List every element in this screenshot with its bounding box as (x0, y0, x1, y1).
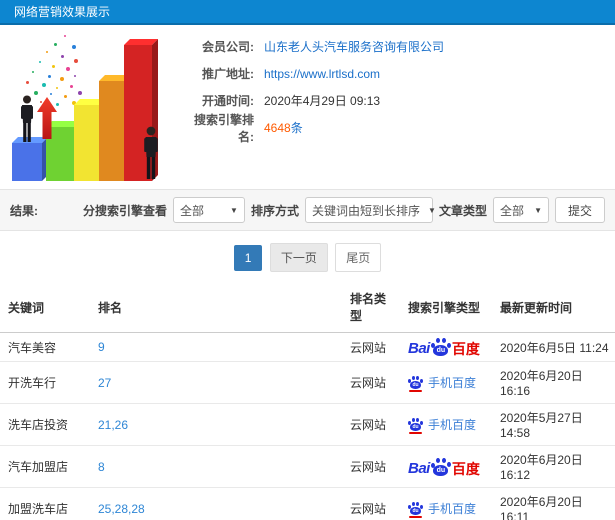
pagination: 1 下一页 尾页 (0, 231, 615, 282)
updated-time-cell: 2020年5月27日 14:58 (492, 403, 615, 446)
open-time-label: 开通时间: (202, 94, 254, 108)
keyword-cell: 加盟洗车店 (0, 487, 90, 520)
info-row-company: 会员公司: 山东老人头汽车服务咨询有限公司 (182, 33, 444, 60)
info-row-url: 推广地址: https://www.lrtlsd.com (182, 60, 444, 87)
rank-type-cell: 云网站 (342, 403, 400, 446)
chart-bar (99, 75, 131, 181)
growth-chart-illustration (4, 31, 176, 183)
table-row: 开洗车行 27 云网站 du 手机百度 2020年6月20日 16:16 (0, 361, 615, 404)
last-page-button[interactable]: 尾页 (335, 243, 382, 272)
rank-cell: 21,26 (90, 403, 342, 446)
chart-bar (74, 99, 106, 181)
rank-cell: 8 (90, 445, 342, 488)
header-rank: 排名 (90, 282, 342, 333)
next-page-button[interactable]: 下一页 (269, 243, 328, 272)
baidu-paw-icon: du (408, 501, 423, 518)
engine-type-cell: Bai du 百度 (400, 445, 492, 488)
keyword-cell: 汽车美容 (0, 332, 90, 362)
submit-button[interactable]: 提交 (554, 197, 605, 223)
promo-url-label: 推广地址: (202, 67, 254, 81)
table-row: 洗车店投资 21,26 云网站 du 手机百度 2020年5月27日 14:58 (0, 403, 615, 446)
updated-time-cell: 2020年6月5日 11:24 (492, 332, 615, 362)
red-underline (409, 431, 422, 434)
company-label: 会员公司: (202, 40, 254, 54)
info-row-engine-rank: 搜索引擎排名: 4648条 (182, 113, 444, 144)
keyword-cell: 洗车店投资 (0, 403, 90, 446)
engine-type-cell: du 手机百度 (400, 403, 492, 446)
red-underline (409, 515, 422, 518)
results-table: 关键词 排名 排名类型 搜索引擎类型 最新更新时间 汽车美容 9 云网站 Bai du 百… (0, 282, 615, 520)
businessman-figure-right (144, 126, 158, 179)
header-keyword: 关键词 (0, 282, 90, 333)
engine-type-cell: du 手机百度 (400, 361, 492, 404)
engine-type-cell: du 手机百度 (400, 487, 492, 520)
filter-bar: 结果: 分搜索引擎查看 全部 ▼ 排序方式 关键词由短到长排序 ▼ 文章类型 全… (0, 189, 615, 231)
rank-cell: 27 (90, 361, 342, 404)
mobile-baidu-logo: du 手机百度 (408, 500, 476, 518)
rank-type-cell: 云网站 (342, 332, 400, 362)
article-type-label: 文章类型 (438, 203, 487, 218)
mobile-baidu-logo: du 手机百度 (408, 374, 476, 392)
sort-label: 排序方式 (250, 203, 299, 218)
rank-cell: 25,28,28 (90, 487, 342, 520)
filter-controls: 分搜索引擎查看 全部 ▼ 排序方式 关键词由短到长排序 ▼ 文章类型 全部 ▼ … (83, 197, 605, 223)
keyword-cell: 开洗车行 (0, 361, 90, 404)
businessman-figure-left (21, 95, 33, 142)
baidu-logo: Bai du 百度 (408, 338, 480, 357)
baidu-paw-icon: du (430, 457, 451, 476)
account-info-section: 会员公司: 山东老人头汽车服务咨询有限公司 推广地址: https://www.… (0, 25, 615, 189)
result-label: 结果: (10, 203, 38, 218)
baidu-paw-icon: du (430, 338, 451, 356)
chevron-down-icon: ▼ (230, 205, 238, 215)
rank-type-cell: 云网站 (342, 445, 400, 488)
chevron-down-icon: ▼ (427, 205, 436, 215)
mobile-baidu-logo: du 手机百度 (408, 416, 476, 434)
baidu-paw-icon: du (408, 375, 423, 392)
engine-rank-label: 搜索引擎排名: (193, 112, 254, 144)
header-rank-type: 排名类型 (342, 282, 400, 333)
up-arrow-icon (37, 97, 57, 139)
promo-url-link[interactable]: https://www.lrtlsd.com (264, 67, 380, 81)
chart-bar (12, 137, 48, 181)
page-title: 网络营销效果展示 (14, 5, 111, 19)
header-engine-type: 搜索引擎类型 (400, 282, 492, 333)
rank-cell: 9 (90, 332, 342, 362)
table-row: 汽车美容 9 云网站 Bai du 百度 2020年6月5日 11:24 (0, 332, 615, 362)
engine-filter-select[interactable]: 全部 ▼ (172, 197, 245, 223)
results-table-body: 汽车美容 9 云网站 Bai du 百度 2020年6月5日 11:24 开洗车行 27 云网站 d… (0, 332, 615, 520)
engine-rank-value: 4648条 (264, 121, 303, 135)
keyword-cell: 汽车加盟店 (0, 445, 90, 488)
app-header: 网络营销效果展示 (0, 0, 615, 25)
page-1-button[interactable]: 1 (233, 245, 263, 271)
chevron-down-icon: ▼ (534, 205, 542, 215)
table-row: 汽车加盟店 8 云网站 Bai du 百度 2020年6月20日 16:12 (0, 445, 615, 488)
rank-type-cell: 云网站 (342, 361, 400, 404)
engine-filter-label: 分搜索引擎查看 (82, 203, 167, 218)
updated-time-cell: 2020年6月20日 16:11 (492, 487, 615, 520)
table-row: 加盟洗车店 25,28,28 云网站 du 手机百度 2020年6月20日 16:11 (0, 487, 615, 520)
rank-type-cell: 云网站 (342, 487, 400, 520)
engine-type-cell: Bai du 百度 (400, 332, 492, 362)
header-updated: 最新更新时间 (492, 282, 615, 333)
sort-select[interactable]: 关键词由短到长排序 ▼ (304, 197, 436, 223)
open-time-value: 2020年4月29日 09:13 (264, 94, 381, 108)
company-link[interactable]: 山东老人头汽车服务咨询有限公司 (264, 38, 444, 55)
updated-time-cell: 2020年6月20日 16:16 (492, 361, 615, 404)
baidu-logo: Bai du 百度 (408, 457, 480, 477)
account-info-list: 会员公司: 山东老人头汽车服务咨询有限公司 推广地址: https://www.… (182, 33, 444, 144)
article-type-select[interactable]: 全部 ▼ (492, 197, 549, 223)
baidu-paw-icon: du (408, 417, 423, 434)
red-underline (409, 389, 422, 392)
table-header-row: 关键词 排名 排名类型 搜索引擎类型 最新更新时间 (0, 282, 615, 333)
updated-time-cell: 2020年6月20日 16:12 (492, 445, 615, 488)
